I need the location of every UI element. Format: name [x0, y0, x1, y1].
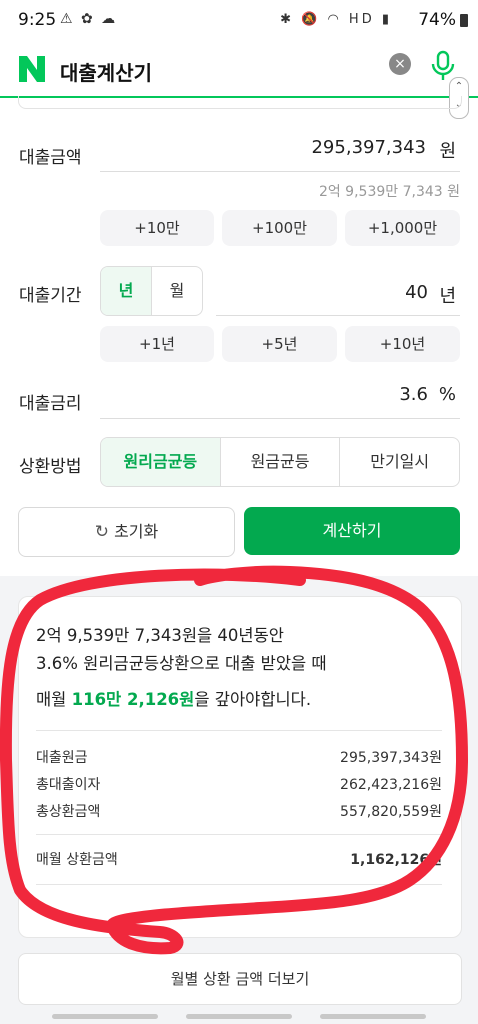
battery-icon: [460, 14, 468, 27]
add-10man-button[interactable]: +10만: [100, 210, 214, 246]
total-repayment-value: 557,820,559원: [340, 804, 442, 820]
repayment-option-bullet[interactable]: 만기일시: [340, 438, 459, 486]
loan-amount-unit: 원: [439, 141, 456, 162]
principal-label: 대출원금: [36, 750, 88, 766]
repayment-label: 상환방법: [19, 457, 82, 477]
nav-bar-segment-center: [186, 1014, 292, 1019]
repayment-method-selector: 원리금균등 원금균등 만기일시: [100, 437, 460, 487]
repayment-option-equal-payment[interactable]: 원리금균등: [101, 438, 221, 486]
clear-icon[interactable]: ×: [389, 53, 411, 75]
total-repayment-label: 총상환금액: [36, 804, 101, 820]
nav-bar-segment-left: [52, 1014, 158, 1019]
loan-amount-input[interactable]: 295,397,343 원: [100, 133, 460, 171]
monthly-suffix: 을 갚아야합니다.: [194, 690, 312, 709]
monthly-schedule-more-button[interactable]: 월별 상환 금액 더보기: [18, 953, 462, 1005]
interest-rate-underline: [100, 418, 460, 419]
interest-rate-label: 대출금리: [19, 394, 82, 414]
result-divider: [36, 730, 442, 731]
notification-icons: ⚠ ✿ ☁: [60, 11, 118, 27]
result-line-2: 3.6% 원리금균등상환으로 대출 받았을 때: [36, 654, 327, 673]
loan-amount-underline: [100, 171, 460, 172]
add-1000man-button[interactable]: +1,000만: [345, 210, 460, 246]
interest-rate-value: 3.6: [399, 384, 428, 405]
interest-rate-unit: %: [438, 384, 456, 405]
result-card: [18, 596, 462, 938]
nav-bar-segment-right: [320, 1014, 426, 1019]
battery-percent: 74%: [418, 10, 456, 30]
result-line-1: 2억 9,539만 7,343원을 40년동안: [36, 626, 284, 645]
system-icons: ✱ 🔕 ◠ HD ▮: [280, 12, 392, 27]
add-10year-button[interactable]: +10년: [345, 326, 460, 362]
total-interest-label: 총대출이자: [36, 777, 101, 793]
period-unit-toggle: 년 월: [100, 266, 203, 316]
period-unit-year[interactable]: 년: [101, 267, 152, 315]
search-header: 대출계산기 ×: [0, 44, 478, 98]
principal-value: 295,397,343원: [340, 750, 442, 766]
reset-label: 초기화: [114, 522, 159, 541]
loan-amount-value: 295,397,343: [311, 137, 426, 158]
loan-period-unit: 년: [439, 286, 456, 307]
naver-logo-icon: [19, 56, 45, 82]
loan-amount-label: 대출금액: [19, 148, 82, 168]
monthly-amount-highlight: 116만 2,126원: [71, 690, 195, 709]
loan-period-underline: [216, 315, 460, 316]
loan-period-label: 대출기간: [19, 286, 82, 306]
monthly-payment-label: 매월 상환금액: [36, 852, 118, 868]
repayment-option-equal-principal[interactable]: 원금균등: [221, 438, 341, 486]
refresh-icon: ↻: [94, 522, 109, 542]
loan-amount-korean: 2억 9,539만 7,343 원: [318, 184, 460, 200]
period-unit-month[interactable]: 월: [152, 267, 202, 315]
result-divider-2: [36, 834, 442, 835]
result-monthly-sentence: 매월 116만 2,126원을 갚아야합니다.: [36, 686, 311, 710]
search-query[interactable]: 대출계산기: [60, 57, 152, 86]
monthly-prefix: 매월: [36, 690, 72, 709]
previous-card-edge: [18, 96, 462, 109]
monthly-payment-value: 1,162,126원: [350, 852, 442, 868]
status-bar: 9:25 ⚠ ✿ ☁ ✱ 🔕 ◠ HD ▮ 74%: [0, 0, 478, 44]
add-5year-button[interactable]: +5년: [222, 326, 337, 362]
interest-rate-input[interactable]: 3.6 %: [100, 378, 460, 416]
add-1year-button[interactable]: +1년: [100, 326, 214, 362]
chevron-up-icon[interactable]: ⌃: [450, 78, 468, 96]
calculate-button[interactable]: 계산하기: [244, 507, 460, 555]
add-100man-button[interactable]: +100만: [222, 210, 337, 246]
status-time: 9:25: [18, 10, 57, 30]
result-divider-3: [36, 884, 442, 885]
total-interest-value: 262,423,216원: [340, 777, 442, 793]
loan-period-value: 40: [405, 282, 428, 303]
reset-button[interactable]: ↻ 초기화: [18, 507, 235, 557]
loan-period-input[interactable]: 40 년: [216, 274, 460, 312]
